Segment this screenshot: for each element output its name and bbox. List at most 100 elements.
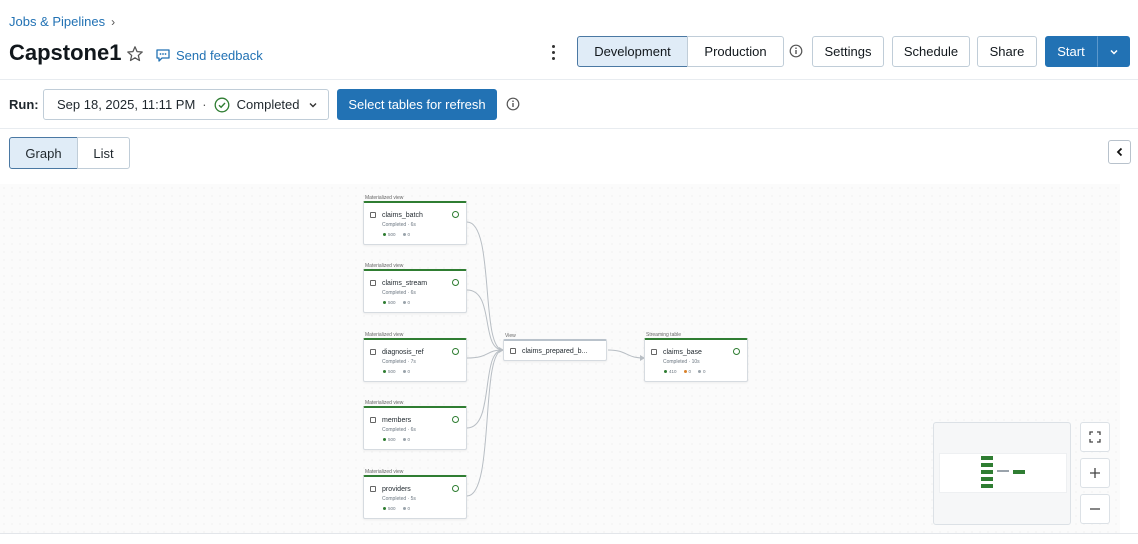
graph-node-claims-stream[interactable]: claims_stream Completed · 6s 500 0	[363, 269, 467, 313]
node-status: Completed · 10s	[663, 359, 700, 365]
node-name: claims_stream	[382, 280, 428, 287]
metric-dropped: 0	[407, 437, 411, 442]
run-status: Completed	[236, 97, 300, 112]
node-name: members	[382, 417, 412, 424]
minimap-node	[1013, 470, 1025, 474]
graph-node-claims-batch[interactable]: claims_batch Completed · 6s 500 0	[363, 201, 467, 245]
chevron-down-icon	[309, 103, 317, 108]
canvas-bottom-divider	[0, 533, 1138, 534]
chevron-left-icon	[1116, 147, 1122, 157]
table-icon	[370, 417, 376, 423]
run-selector[interactable]: Sep 18, 2025, 11:11 PM · Completed	[43, 89, 329, 120]
metric-dropped: 0	[407, 369, 411, 374]
node-status: Completed · 5s	[382, 496, 416, 502]
chevron-down-icon	[1109, 49, 1118, 55]
fit-view-button[interactable]	[1080, 422, 1110, 452]
metric-dropped: 0	[407, 506, 411, 511]
table-icon	[370, 212, 376, 218]
table-icon	[370, 280, 376, 286]
node-metrics: 500 0	[383, 232, 410, 237]
tab-graph[interactable]: Graph	[9, 137, 78, 169]
select-tables-refresh-button[interactable]: Select tables for refresh	[337, 89, 497, 120]
check-circle-icon	[733, 348, 740, 355]
start-dropdown-button[interactable]	[1097, 36, 1130, 67]
tab-list[interactable]: List	[77, 137, 130, 169]
node-metrics: 410 0 0	[664, 369, 706, 374]
mode-development-button[interactable]: Development	[577, 36, 688, 67]
run-date: Sep 18, 2025, 11:11 PM	[57, 97, 196, 112]
minimap-node	[981, 484, 993, 488]
node-metrics: 500 0	[383, 300, 410, 305]
node-status: Completed · 6s	[382, 222, 416, 228]
page-title: Capstone1	[9, 40, 122, 65]
kebab-menu-icon[interactable]	[546, 42, 560, 62]
minimap-node	[981, 456, 993, 460]
mode-production-button[interactable]: Production	[687, 36, 784, 67]
check-circle-icon	[452, 279, 459, 286]
table-icon	[370, 349, 376, 355]
graph-node-diagnosis-ref[interactable]: diagnosis_ref Completed · 7s 500 0	[363, 338, 467, 382]
send-feedback-label: Send feedback	[176, 47, 263, 63]
node-name: claims_batch	[382, 212, 423, 219]
schedule-button[interactable]: Schedule	[892, 36, 970, 67]
feedback-icon	[156, 49, 170, 62]
breadcrumb: Jobs & Pipelines ›	[9, 14, 115, 29]
node-metrics: 500 0	[383, 369, 410, 374]
check-circle-icon	[452, 416, 459, 423]
graph-node-claims-base[interactable]: claims_base Completed · 10s 410 0 0	[644, 338, 748, 382]
star-icon[interactable]	[126, 45, 144, 63]
settings-button[interactable]: Settings	[812, 36, 884, 67]
metric-written: 500	[388, 437, 396, 442]
node-name: diagnosis_ref	[382, 349, 424, 356]
start-button[interactable]: Start	[1045, 36, 1097, 67]
view-icon	[510, 348, 516, 354]
fullscreen-icon	[1089, 431, 1101, 443]
zoom-in-button[interactable]	[1080, 458, 1110, 488]
minimap-node	[981, 470, 993, 474]
minimap-node	[981, 477, 993, 481]
node-metrics: 500 0	[383, 506, 410, 511]
metric-dropped: 0	[703, 369, 706, 374]
node-status: Completed · 7s	[382, 359, 416, 365]
collapse-panel-button[interactable]	[1108, 140, 1131, 164]
check-circle-icon	[452, 211, 459, 218]
graph-node-providers[interactable]: providers Completed · 5s 500 0	[363, 475, 467, 519]
run-label: Run:	[9, 97, 39, 112]
send-feedback-link[interactable]: Send feedback	[155, 47, 263, 63]
stream-table-icon	[651, 349, 657, 355]
minimap-node	[997, 470, 1009, 472]
metric-written: 500	[388, 300, 396, 305]
graph-node-members[interactable]: members Completed · 6s 500 0	[363, 406, 467, 450]
chevron-right-icon: ›	[111, 14, 116, 29]
node-metrics: 500 0	[383, 437, 410, 442]
toolbar-divider	[0, 128, 1138, 129]
run-separator: ·	[202, 97, 207, 112]
metric-written: 500	[388, 369, 396, 374]
share-button[interactable]: Share	[977, 36, 1037, 67]
metric-dropped: 0	[407, 300, 411, 305]
table-icon	[370, 486, 376, 492]
minimap-node	[981, 463, 993, 467]
minus-icon	[1090, 508, 1100, 510]
zoom-out-button[interactable]	[1080, 494, 1110, 524]
metric-written: 500	[388, 232, 396, 237]
header-divider	[0, 79, 1138, 80]
node-name: claims_prepared_b...	[522, 348, 588, 355]
metric-written: 500	[388, 506, 396, 511]
metric-written: 410	[669, 369, 677, 374]
metric-dropped: 0	[407, 232, 411, 237]
check-circle-icon	[452, 348, 459, 355]
node-status: Completed · 6s	[382, 427, 416, 433]
metric-warnings: 0	[688, 369, 692, 374]
check-circle-icon	[452, 485, 459, 492]
node-name: providers	[382, 486, 411, 493]
node-name: claims_base	[663, 349, 702, 356]
plus-icon	[1090, 468, 1100, 478]
info-icon[interactable]	[789, 44, 803, 58]
breadcrumb-jobs-link[interactable]: Jobs & Pipelines	[9, 14, 105, 29]
minimap-viewport[interactable]	[939, 453, 1067, 493]
info-icon[interactable]	[506, 97, 520, 111]
check-circle-icon	[214, 97, 230, 112]
graph-node-claims-prepared[interactable]: claims_prepared_b...	[503, 339, 607, 361]
graph-minimap[interactable]	[933, 422, 1071, 525]
